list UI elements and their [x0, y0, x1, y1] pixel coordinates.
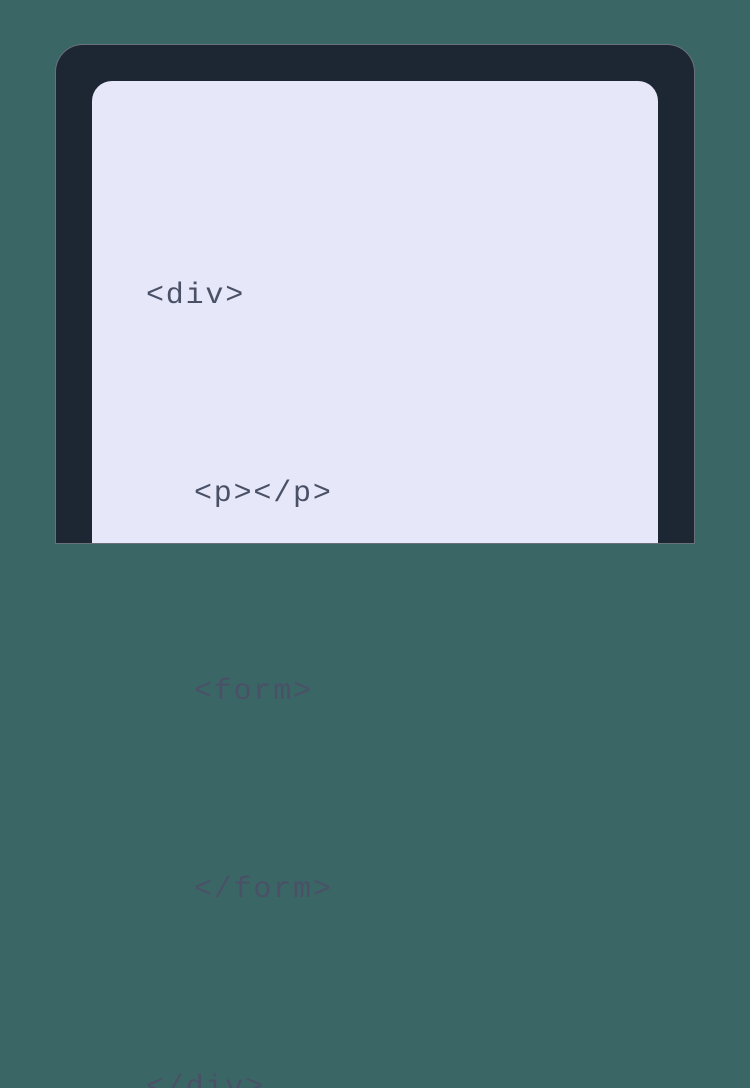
- code-panel: <div> <p></p> <form> </form> </div>: [92, 81, 658, 543]
- code-block: <div> <p></p> <form> </form> </div>: [146, 131, 604, 1088]
- code-example-frame: <div> <p></p> <form> </form> </div>: [55, 44, 695, 544]
- code-line: <form>: [146, 659, 604, 725]
- code-line: </form>: [146, 857, 604, 923]
- code-line: <p></p>: [146, 461, 604, 527]
- code-line: <div>: [146, 263, 604, 329]
- code-line: </div>: [146, 1055, 604, 1088]
